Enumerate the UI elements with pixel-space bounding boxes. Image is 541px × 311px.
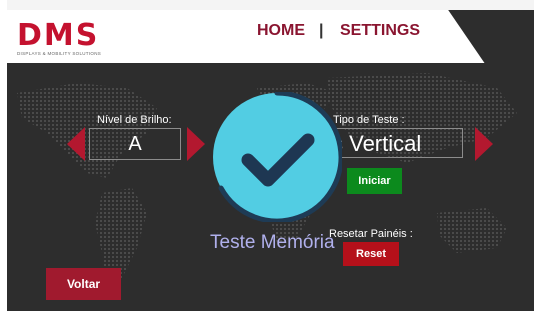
test-type-label: Tipo de Teste :: [333, 114, 405, 126]
nav-separator: |: [319, 22, 324, 39]
top-strip: [7, 0, 534, 10]
test-type-right-arrow-icon[interactable]: [473, 127, 495, 161]
app-frame: DMS DISPLAYS & MOBILITY SOLUTIONS HOME |…: [7, 0, 534, 311]
start-test-button[interactable]: Iniciar: [347, 168, 402, 194]
brightness-left-arrow-icon[interactable]: [65, 127, 87, 161]
brightness-value-field: A: [89, 128, 181, 160]
brightness-right-arrow-icon[interactable]: [185, 127, 207, 161]
reset-button[interactable]: Reset: [343, 242, 399, 266]
reset-panels-label: Resetar Painéis :: [329, 228, 413, 240]
success-overlay: [213, 92, 342, 222]
nav-home-link[interactable]: HOME: [257, 22, 305, 42]
brightness-label: Nível de Brilho:: [97, 114, 172, 126]
back-button[interactable]: Voltar: [46, 268, 121, 300]
memory-test-label: Teste Memória: [210, 232, 335, 253]
logo-subtitle: DISPLAYS & MOBILITY SOLUTIONS: [17, 51, 102, 56]
dms-logo: DMS DISPLAYS & MOBILITY SOLUTIONS: [17, 18, 117, 57]
nav-settings-link[interactable]: SETTINGS: [340, 22, 420, 42]
logo-wordmark: DMS: [17, 18, 100, 53]
test-type-value-field: s Vertical: [325, 128, 463, 158]
